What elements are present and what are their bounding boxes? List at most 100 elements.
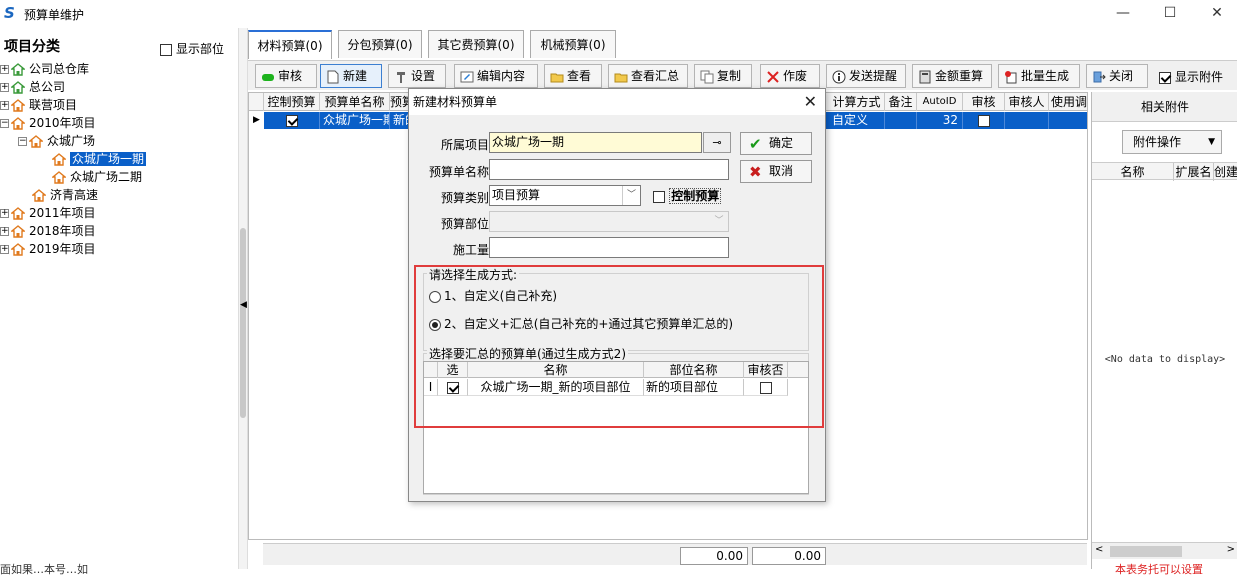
panel-splitter[interactable]: ◀ (238, 28, 248, 569)
expand-icon[interactable]: + (0, 83, 9, 92)
tree-item[interactable]: +2018年项目 (0, 222, 96, 240)
show-dept-toggle[interactable]: 显示部位 (160, 40, 224, 57)
new-button[interactable]: 新建 (320, 64, 382, 88)
usage-cell[interactable] (1049, 112, 1089, 129)
house-icon (11, 117, 25, 130)
audit-cell[interactable] (963, 112, 1005, 129)
expand-icon[interactable]: + (0, 209, 9, 218)
ok-button[interactable]: ✔ 确定 (740, 132, 812, 155)
show-dept-checkbox[interactable] (160, 43, 172, 56)
attachment-operations-label: 附件操作 (1133, 135, 1182, 149)
view-summary-button[interactable]: 查看汇总 (608, 64, 688, 88)
column-header[interactable]: 创建 (1214, 163, 1237, 181)
column-header[interactable]: 备注 (885, 93, 917, 111)
autoid-cell[interactable]: 32 (917, 112, 963, 129)
budget-name-input[interactable] (489, 159, 729, 180)
scrollbar-thumb[interactable] (1110, 546, 1182, 557)
construction-qty-input[interactable] (489, 237, 729, 258)
audit-checkbox[interactable] (977, 114, 990, 127)
column-header[interactable]: 预算单名称 (320, 93, 390, 111)
remark-cell[interactable] (885, 112, 917, 129)
control-budget-cell[interactable] (264, 112, 320, 129)
column-header[interactable]: 控制预算 (264, 93, 320, 111)
settings-button[interactable]: 设置 (388, 64, 446, 88)
maximize-button[interactable]: ☐ (1155, 4, 1185, 22)
view-button[interactable]: 查看 (544, 64, 602, 88)
copy-label: 复制 (717, 69, 742, 83)
budget-type-cell[interactable]: 新的 (390, 112, 409, 129)
collapse-icon[interactable]: − (0, 119, 9, 128)
control-budget-toggle[interactable]: 控制预算 (653, 187, 722, 204)
close-window-button[interactable]: ✕ (1202, 4, 1232, 22)
tree-item[interactable]: − 2010年项目 (0, 114, 96, 132)
column-header[interactable]: 扩展名 (1174, 163, 1214, 181)
edit-content-button[interactable]: 编辑内容 (454, 64, 538, 88)
tree-item-label: 2019年项目 (29, 242, 96, 256)
column-header[interactable]: 审核 (963, 93, 1005, 111)
control-budget-checkbox[interactable] (285, 114, 298, 127)
audit-button[interactable]: 审核 (255, 64, 317, 88)
minimize-button[interactable]: — (1108, 4, 1138, 22)
recalc-amount-button[interactable]: 金额重算 (912, 64, 992, 88)
tab-other-cost-budget[interactable]: 其它费预算(0) (428, 30, 524, 58)
tree-item[interactable]: +2011年项目 (0, 204, 96, 222)
scroll-left-icon[interactable]: < (1095, 544, 1103, 555)
batch-generate-button[interactable]: 批量生成 (998, 64, 1080, 88)
tab-material-budget[interactable]: 材料预算(0) (248, 30, 332, 59)
budget-type-select[interactable]: 项目预算 ﹀ (489, 185, 641, 206)
house-icon (11, 243, 25, 256)
checkmark-icon: ✔ (749, 135, 762, 153)
expand-icon[interactable]: + (0, 101, 9, 110)
warehouse-icon (11, 63, 25, 76)
expand-icon[interactable]: + (0, 65, 9, 74)
copy-button[interactable]: 复制 (694, 64, 752, 88)
expand-icon[interactable]: + (0, 227, 9, 236)
close-button[interactable]: 关闭 (1086, 64, 1148, 88)
tree-item[interactable]: 济青高速 (32, 186, 98, 204)
auditor-cell[interactable] (1005, 112, 1049, 129)
attachment-operations-button[interactable]: 附件操作 ▼ (1122, 130, 1222, 154)
tree-item[interactable]: + 总公司 (0, 78, 65, 96)
column-header[interactable]: 名称 (1092, 163, 1174, 181)
house-icon (52, 153, 66, 166)
horizontal-scrollbar[interactable]: < > (1092, 542, 1237, 559)
column-header[interactable]: AutoID (917, 93, 963, 111)
column-header[interactable]: 预算 (390, 93, 409, 111)
tree-item[interactable]: 众城广场一期 (52, 150, 147, 168)
collapse-icon[interactable]: − (18, 137, 27, 146)
calc-method-cell[interactable]: 自定义 (829, 112, 885, 129)
control-budget-label: 控制预算 (669, 188, 722, 204)
tree-item[interactable]: +2019年项目 (0, 240, 96, 258)
tree-item[interactable]: + 公司总仓库 (0, 60, 89, 78)
show-attachments-checkbox[interactable] (1159, 71, 1171, 84)
dialog-close-icon[interactable]: ✕ (804, 93, 817, 111)
project-picker-icon[interactable]: ⊸ (703, 132, 731, 153)
cancel-button[interactable]: ✖ 取消 (740, 160, 812, 183)
chevron-down-icon[interactable]: ﹀ (622, 186, 640, 205)
green-dot-icon (261, 69, 275, 83)
audit-label: 审核 (278, 69, 303, 83)
collapse-arrow-icon[interactable]: ◀ (240, 300, 247, 310)
show-attachments-toggle[interactable]: 显示附件 (1159, 68, 1223, 85)
tree-item[interactable]: 众城广场二期 (52, 168, 142, 186)
column-header[interactable]: 使用调 (1049, 93, 1089, 111)
folder-open-icon (614, 69, 628, 83)
tab-subcontract-budget[interactable]: 分包预算(0) (338, 30, 422, 58)
void-button[interactable]: 作废 (760, 64, 820, 88)
tab-machinery-budget[interactable]: 机械预算(0) (530, 30, 616, 58)
scroll-right-icon[interactable]: > (1227, 544, 1235, 555)
tree-item-label: 总公司 (29, 80, 66, 94)
budget-name-cell[interactable]: 众城广场一期 (320, 112, 390, 129)
column-header[interactable]: 计算方式 (829, 93, 885, 111)
project-field[interactable]: 众城广场一期 (489, 132, 702, 153)
tree-item[interactable]: − 众城广场 (18, 132, 95, 150)
expand-icon[interactable]: + (0, 245, 9, 254)
construction-qty-label: 施工量: (452, 243, 493, 257)
splitter-grip[interactable] (240, 228, 246, 418)
column-header[interactable]: 审核人 (1005, 93, 1049, 111)
send-reminder-button[interactable]: 发送提醒 (826, 64, 906, 88)
control-budget-checkbox[interactable] (653, 190, 665, 203)
send-reminder-label: 发送提醒 (849, 69, 898, 83)
folder-open-icon (550, 69, 564, 83)
tree-item[interactable]: + 联营项目 (0, 96, 77, 114)
